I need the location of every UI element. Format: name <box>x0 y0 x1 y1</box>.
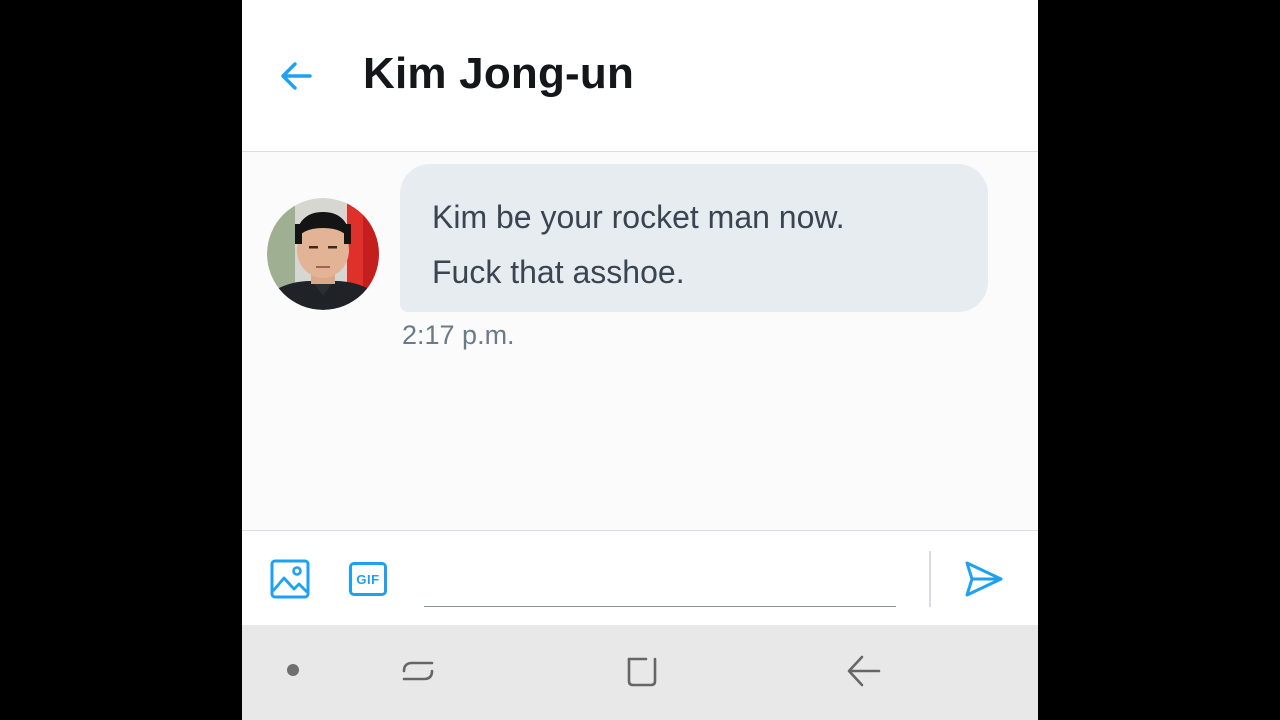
dm-screen: Kim Jong-un Kim be your rocket man now. … <box>242 0 1038 720</box>
image-icon <box>270 559 310 599</box>
dot-icon <box>287 664 299 676</box>
send-button[interactable] <box>958 555 1010 603</box>
send-icon <box>965 561 1003 597</box>
back-button[interactable] <box>272 52 320 100</box>
home-button[interactable] <box>618 649 666 693</box>
system-nav-bar <box>242 625 1038 720</box>
recents-button[interactable] <box>394 649 442 693</box>
add-gif-button[interactable]: GIF <box>344 557 392 601</box>
arrow-left-icon <box>281 62 312 90</box>
message-text: Kim be your rocket man now. Fuck that as… <box>432 199 845 290</box>
home-icon <box>627 657 657 687</box>
conversation-title: Kim Jong-un <box>363 49 635 98</box>
gif-label: GIF <box>356 571 380 587</box>
avatar[interactable] <box>267 198 379 310</box>
message-timestamp: 2:17 p.m. <box>402 320 515 350</box>
message-input[interactable] <box>424 549 896 607</box>
back-icon <box>847 655 881 687</box>
conversation-header: Kim Jong-un <box>242 0 1038 152</box>
add-photo-button[interactable] <box>266 557 314 601</box>
message-bubble[interactable]: Kim be your rocket man now. Fuck that as… <box>400 164 988 312</box>
composer-divider <box>929 551 931 607</box>
recents-icon <box>402 661 434 681</box>
system-back-button[interactable] <box>840 649 888 693</box>
nav-dot-button[interactable] <box>278 653 308 687</box>
message-composer: GIF <box>242 530 1038 626</box>
contact-avatar-photo <box>267 198 379 310</box>
message-list: Kim be your rocket man now. Fuck that as… <box>242 152 1038 530</box>
gif-icon: GIF <box>349 562 387 596</box>
